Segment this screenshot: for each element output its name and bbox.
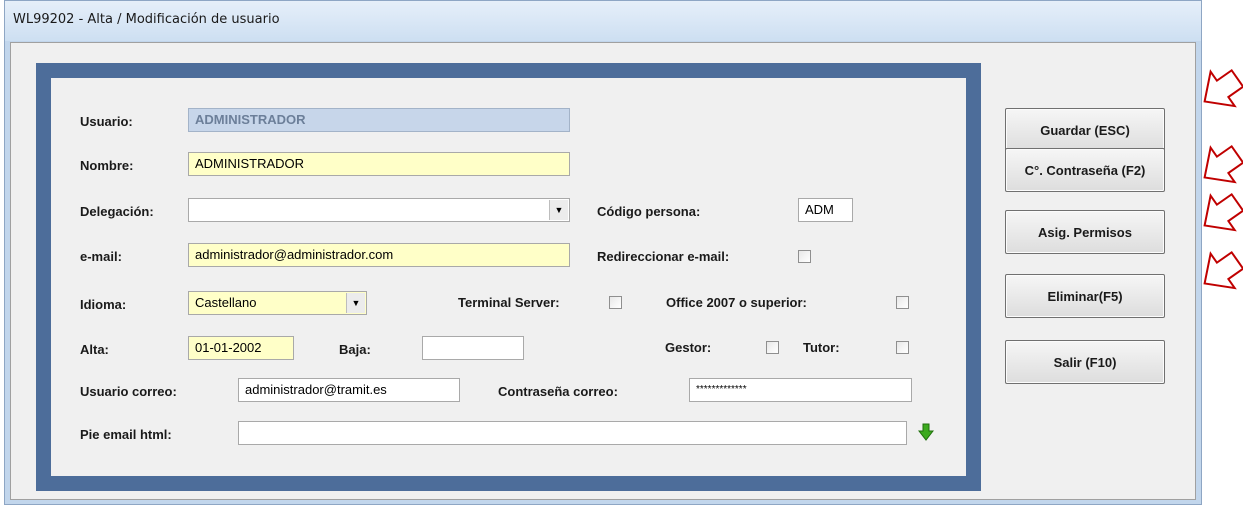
red-outline-arrow-icon bbox=[1203, 68, 1243, 108]
asignar-permisos-button[interactable]: Asig. Permisos bbox=[1005, 210, 1165, 254]
salir-button[interactable]: Salir (F10) bbox=[1005, 340, 1165, 384]
guardar-button[interactable]: Guardar (ESC) bbox=[1005, 108, 1165, 152]
pie-email-label: Pie email html: bbox=[80, 427, 172, 442]
chevron-down-icon[interactable]: ▼ bbox=[549, 200, 568, 220]
contrasena-correo-field[interactable]: ************* bbox=[689, 378, 912, 402]
gestor-label: Gestor: bbox=[665, 340, 712, 355]
chevron-down-icon[interactable]: ▼ bbox=[346, 293, 365, 313]
email-label: e-mail: bbox=[80, 249, 122, 264]
alta-field[interactable]: 01-01-2002 bbox=[188, 336, 294, 360]
codigo-persona-field[interactable]: ADM bbox=[798, 198, 853, 222]
office-label: Office 2007 o superior: bbox=[666, 295, 807, 310]
eliminar-button[interactable]: Eliminar(F5) bbox=[1005, 274, 1165, 318]
cambiar-contrasena-button[interactable]: C°. Contraseña (F2) bbox=[1005, 148, 1165, 192]
form-frame: Usuario: ADMINISTRADOR Nombre: ADMINISTR… bbox=[36, 63, 981, 491]
usuario-correo-label: Usuario correo: bbox=[80, 384, 177, 399]
email-field[interactable]: administrador@administrador.com bbox=[188, 243, 570, 267]
gestor-checkbox[interactable] bbox=[766, 341, 779, 354]
tutor-label: Tutor: bbox=[803, 340, 840, 355]
redireccionar-checkbox[interactable] bbox=[798, 250, 811, 263]
delegacion-select[interactable]: ▼ bbox=[188, 198, 570, 222]
redireccionar-label: Redireccionar e-mail: bbox=[597, 249, 730, 264]
idioma-value: Castellano bbox=[195, 295, 257, 310]
idioma-select[interactable]: Castellano ▼ bbox=[188, 291, 367, 315]
title-bar: WL99202 - Alta / Modificación de usuario bbox=[5, 1, 1201, 41]
baja-label: Baja: bbox=[339, 342, 371, 357]
expand-down-arrow-icon[interactable] bbox=[918, 423, 934, 441]
usuario-field: ADMINISTRADOR bbox=[188, 108, 570, 132]
red-outline-arrow-icon bbox=[1203, 192, 1243, 232]
delegacion-label: Delegación: bbox=[80, 204, 154, 219]
usuario-label: Usuario: bbox=[80, 114, 133, 129]
form-panel: Usuario: ADMINISTRADOR Nombre: ADMINISTR… bbox=[51, 78, 966, 476]
codigo-persona-label: Código persona: bbox=[597, 204, 701, 219]
tutor-checkbox[interactable] bbox=[896, 341, 909, 354]
usuario-correo-field[interactable]: administrador@tramit.es bbox=[238, 378, 460, 402]
office-checkbox[interactable] bbox=[896, 296, 909, 309]
terminal-server-checkbox[interactable] bbox=[609, 296, 622, 309]
contrasena-correo-label: Contraseña correo: bbox=[498, 384, 618, 399]
idioma-label: Idioma: bbox=[80, 297, 127, 312]
nombre-field[interactable]: ADMINISTRADOR bbox=[188, 152, 570, 176]
pie-email-field[interactable] bbox=[238, 421, 907, 445]
window-title: WL99202 - Alta / Modificación de usuario bbox=[13, 12, 280, 27]
nombre-label: Nombre: bbox=[80, 158, 134, 173]
red-outline-arrow-icon bbox=[1203, 144, 1243, 184]
terminal-server-label: Terminal Server: bbox=[458, 295, 560, 310]
baja-field[interactable] bbox=[422, 336, 524, 360]
alta-label: Alta: bbox=[80, 342, 109, 357]
red-outline-arrow-icon bbox=[1203, 250, 1243, 290]
